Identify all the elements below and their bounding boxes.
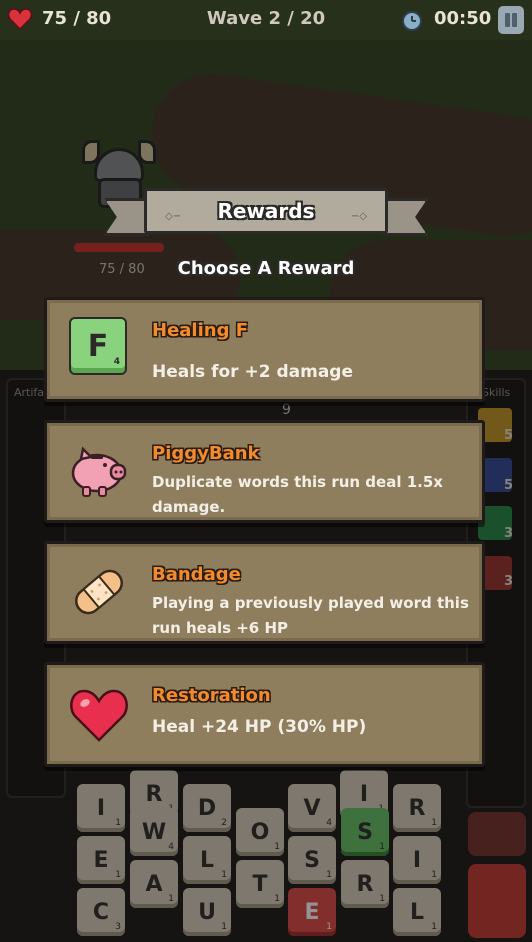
letter-tile-icon: F 4 (69, 317, 127, 375)
reward-card-restoration[interactable]: Restoration Heal +24 HP (30% HP) (44, 662, 485, 767)
rewards-banner: ◇− Rewards −◇ (104, 188, 428, 240)
reward-name: Healing F (152, 320, 249, 341)
modal-title: Rewards (217, 199, 315, 223)
timer: 00:50 (434, 8, 492, 29)
pause-button[interactable] (498, 6, 524, 34)
heart-icon (70, 689, 128, 742)
timer-icon (402, 11, 422, 31)
top-bar: 75 / 80 Wave 2 / 20 00:50 (0, 0, 532, 40)
reward-description: Duplicate words this run deal 1.5x damag… (152, 473, 443, 516)
banner-ornament: −◇ (350, 211, 367, 222)
modal-subtitle: Choose A Reward (177, 258, 355, 279)
reward-name: PiggyBank (152, 443, 260, 464)
banner-ornament: ◇− (165, 211, 182, 222)
reward-description: Playing a previously played word this ru… (152, 594, 469, 637)
reward-name: Bandage (152, 564, 241, 585)
piggy-bank-icon (71, 446, 127, 497)
reward-card-healing-f[interactable]: F 4 Healing F Heals for +2 damage (44, 297, 485, 402)
reward-name: Restoration (152, 685, 271, 706)
reward-description: Heals for +2 damage (152, 362, 353, 382)
reward-card-bandage[interactable]: Bandage Playing a previously played word… (44, 541, 485, 644)
bandage-icon (75, 569, 123, 615)
reward-card-piggybank[interactable]: PiggyBank Duplicate words this run deal … (44, 420, 485, 523)
reward-description: Heal +24 HP (30% HP) (152, 717, 367, 737)
